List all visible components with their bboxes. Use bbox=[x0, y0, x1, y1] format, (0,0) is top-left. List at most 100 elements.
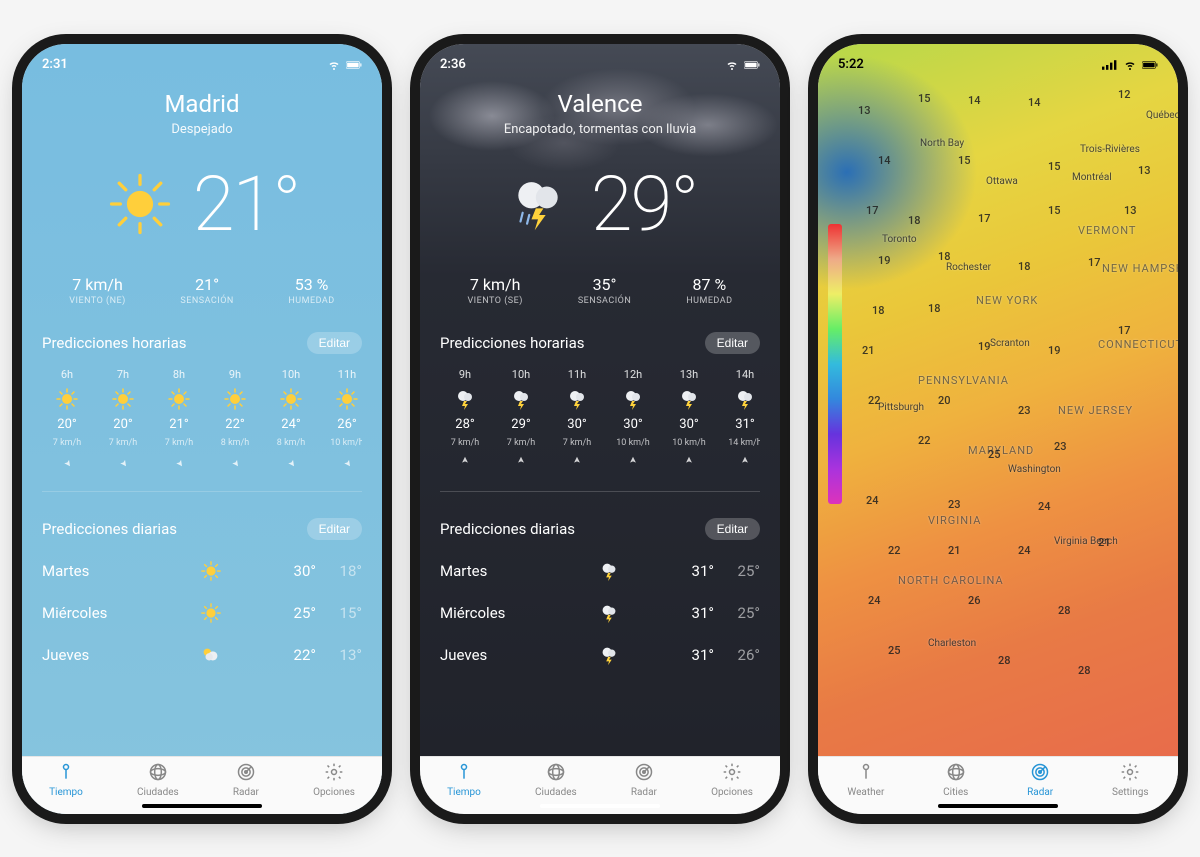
hourly-title: Predicciones horarias bbox=[42, 334, 186, 352]
daily-row[interactable]: Jueves31°26° bbox=[440, 634, 760, 676]
temperature-legend bbox=[828, 224, 842, 504]
map-temp-value: 20 bbox=[938, 394, 951, 407]
day-weather-icon bbox=[152, 644, 270, 666]
hour-column[interactable]: 11h26°10 km/h bbox=[322, 368, 362, 473]
home-indicator[interactable] bbox=[938, 804, 1058, 808]
wind-direction-icon bbox=[458, 454, 472, 473]
day-high: 31° bbox=[668, 646, 714, 664]
edit-daily-button[interactable]: Editar bbox=[705, 518, 760, 540]
map-temp-value: 12 bbox=[1118, 88, 1131, 101]
edit-hourly-button[interactable]: Editar bbox=[307, 332, 362, 354]
hour-column[interactable]: 12h30°10 km/h bbox=[608, 368, 658, 473]
map-temp-value: 25 bbox=[888, 644, 901, 657]
stat-wind: 7 km/hVIENTO (SE) bbox=[467, 275, 522, 306]
hour-column[interactable]: 14h31°14 km/h bbox=[720, 368, 760, 473]
tab-tiempo[interactable]: Tiempo bbox=[447, 762, 481, 798]
wifi-icon bbox=[326, 59, 342, 71]
day-low: 13° bbox=[316, 646, 362, 664]
hourly-header: Predicciones horarias Editar bbox=[42, 332, 362, 354]
stat-feels: 21°SENSACIÓN bbox=[180, 275, 233, 306]
hour-column[interactable]: 13h30°10 km/h bbox=[664, 368, 714, 473]
hour-column[interactable]: 9h22°8 km/h bbox=[210, 368, 260, 473]
tab-cities[interactable]: Cities bbox=[943, 762, 968, 798]
tab-opciones[interactable]: Opciones bbox=[313, 762, 355, 798]
feels-label: SENSACIÓN bbox=[578, 296, 631, 306]
hour-column[interactable]: 10h29°7 km/h bbox=[496, 368, 546, 473]
edit-hourly-button[interactable]: Editar bbox=[705, 332, 760, 354]
tab-ciudades[interactable]: Ciudades bbox=[137, 762, 179, 798]
daily-row[interactable]: Miércoles25°15° bbox=[42, 592, 362, 634]
hour-label: 10h bbox=[512, 368, 530, 381]
hourly-row[interactable]: 6h20°7 km/h7h20°7 km/h8h21°7 km/h9h22°8 … bbox=[42, 368, 362, 473]
scroll-area[interactable]: Valence Encapotado, tormentas con lluvia… bbox=[420, 44, 780, 756]
weather-content: Madrid Despejado 21° 7 km/hVIENTO (NE) 2… bbox=[22, 44, 382, 814]
map-temp-value: 17 bbox=[1118, 324, 1131, 337]
map-place-label: MARYLAND bbox=[968, 444, 1034, 457]
hour-wind: 7 km/h bbox=[165, 438, 193, 448]
current-temp: 21° bbox=[193, 159, 300, 249]
humidity-value: 87 % bbox=[686, 275, 732, 294]
hour-temp: 22° bbox=[225, 417, 244, 432]
tab-radar[interactable]: Radar bbox=[1027, 762, 1053, 798]
hour-wind: 7 km/h bbox=[451, 438, 479, 448]
map-temp-value: 21 bbox=[1098, 536, 1111, 549]
home-indicator[interactable] bbox=[540, 804, 660, 808]
wind-direction-icon bbox=[682, 454, 696, 473]
tab-icon bbox=[148, 762, 168, 785]
hour-column[interactable]: 11h30°7 km/h bbox=[552, 368, 602, 473]
battery-icon bbox=[1142, 59, 1158, 71]
daily-row[interactable]: Miércoles31°25° bbox=[440, 592, 760, 634]
hourly-row[interactable]: 9h28°7 km/h10h29°7 km/h11h30°7 km/h12h30… bbox=[440, 368, 760, 473]
hour-temp: 21° bbox=[169, 417, 188, 432]
wifi-icon bbox=[724, 59, 740, 71]
day-weather-icon bbox=[152, 560, 270, 582]
map-place-label: VERMONT bbox=[1078, 224, 1136, 237]
tab-label: Settings bbox=[1112, 787, 1149, 798]
hour-column[interactable]: 9h28°7 km/h bbox=[440, 368, 490, 473]
tab-ciudades[interactable]: Ciudades bbox=[535, 762, 577, 798]
tab-label: Opciones bbox=[711, 787, 753, 798]
hour-label: 9h bbox=[229, 368, 241, 381]
tab-tiempo[interactable]: Tiempo bbox=[49, 762, 83, 798]
map-temp-value: 25 bbox=[988, 448, 1001, 461]
hour-column[interactable]: 6h20°7 km/h bbox=[42, 368, 92, 473]
daily-row[interactable]: Martes30°18° bbox=[42, 550, 362, 592]
wind-direction-icon bbox=[514, 454, 528, 473]
map-place-label: Charleston bbox=[928, 638, 976, 649]
day-name: Jueves bbox=[42, 646, 152, 664]
tab-opciones[interactable]: Opciones bbox=[711, 762, 753, 798]
tab-radar[interactable]: Radar bbox=[631, 762, 657, 798]
map-temp-value: 22 bbox=[918, 434, 931, 447]
map-place-label: Trois-Rivières bbox=[1080, 144, 1140, 155]
hour-label: 9h bbox=[459, 368, 471, 381]
tab-radar[interactable]: Radar bbox=[233, 762, 259, 798]
stats-row: 7 km/hVIENTO (SE) 35°SENSACIÓN 87 %HUMED… bbox=[440, 275, 760, 306]
map-place-label: PENNSYLVANIA bbox=[918, 374, 1009, 387]
feels-value: 21° bbox=[180, 275, 233, 294]
tab-settings[interactable]: Settings bbox=[1112, 762, 1149, 798]
status-time: 2:31 bbox=[42, 57, 68, 72]
scroll-area[interactable]: Madrid Despejado 21° 7 km/hVIENTO (NE) 2… bbox=[22, 44, 382, 756]
map-temp-value: 17 bbox=[978, 212, 991, 225]
city-name: Valence bbox=[440, 90, 760, 118]
map-temp-value: 23 bbox=[948, 498, 961, 511]
day-high: 31° bbox=[668, 562, 714, 580]
wind-value: 7 km/h bbox=[467, 275, 522, 294]
map-temp-value: 26 bbox=[968, 594, 981, 607]
map-place-label: NEW JERSEY bbox=[1058, 404, 1133, 417]
radar-map[interactable]: Québec CityNorth BayTrois-RivièresOttawa… bbox=[818, 44, 1178, 756]
daily-row[interactable]: Jueves22°13° bbox=[42, 634, 362, 676]
hour-column[interactable]: 10h24°8 km/h bbox=[266, 368, 316, 473]
map-temp-value: 18 bbox=[908, 214, 921, 227]
home-indicator[interactable] bbox=[142, 804, 262, 808]
daily-row[interactable]: Martes31°25° bbox=[440, 550, 760, 592]
hour-column[interactable]: 8h21°7 km/h bbox=[154, 368, 204, 473]
map-place-label: Washington bbox=[1008, 464, 1061, 475]
tab-weather[interactable]: Weather bbox=[847, 762, 884, 798]
status-bar: 2:36 bbox=[420, 44, 780, 80]
edit-daily-button[interactable]: Editar bbox=[307, 518, 362, 540]
radar-content: Québec CityNorth BayTrois-RivièresOttawa… bbox=[818, 44, 1178, 814]
day-low: 15° bbox=[316, 604, 362, 622]
map-temp-value: 24 bbox=[868, 594, 881, 607]
hour-column[interactable]: 7h20°7 km/h bbox=[98, 368, 148, 473]
